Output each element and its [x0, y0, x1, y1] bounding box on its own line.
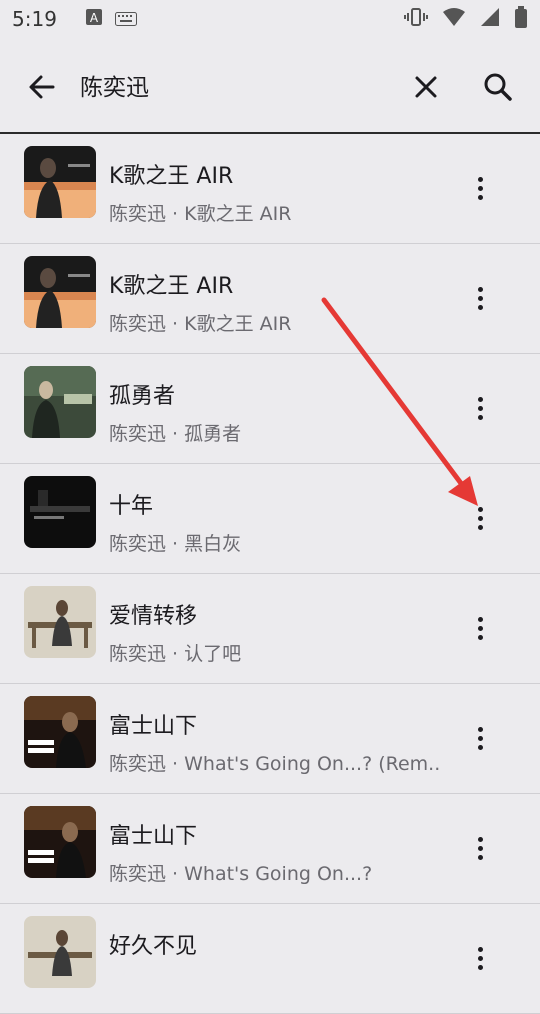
more-vert-icon — [477, 634, 483, 640]
more-vert-icon — [477, 515, 483, 521]
more-vert-icon — [477, 405, 483, 411]
more-vert-icon — [477, 735, 483, 741]
more-vert-icon — [477, 176, 483, 182]
song-subtitle: 陈奕迅 · K歌之王 AIR — [109, 203, 292, 225]
more-options-button[interactable] — [464, 940, 496, 976]
more-vert-icon — [477, 414, 483, 420]
more-vert-icon — [477, 286, 483, 292]
more-vert-icon — [477, 506, 483, 512]
song-title: K歌之王 AIR — [109, 164, 234, 189]
more-vert-icon — [477, 845, 483, 851]
more-vert-icon — [477, 726, 483, 732]
result-row[interactable]: 孤勇者 陈奕迅 · 孤勇者 — [0, 354, 540, 464]
album-art — [24, 146, 96, 218]
search-button[interactable] — [478, 67, 518, 107]
signal-icon — [480, 7, 500, 32]
more-vert-icon — [477, 295, 483, 301]
album-art — [24, 256, 96, 328]
more-vert-icon — [477, 964, 483, 970]
search-input[interactable]: 陈奕迅 — [80, 68, 149, 102]
wifi-icon — [442, 7, 466, 32]
more-options-button[interactable] — [464, 500, 496, 536]
more-vert-icon — [477, 524, 483, 530]
result-row[interactable]: 好久不见 — [0, 904, 540, 1014]
album-art — [24, 696, 96, 768]
song-title: 好久不见 — [109, 934, 198, 959]
more-vert-icon — [477, 854, 483, 860]
more-options-button[interactable] — [464, 830, 496, 866]
more-vert-icon — [477, 616, 483, 622]
vibrate-icon — [404, 7, 428, 32]
song-subtitle: 陈奕迅 · 孤勇者 — [109, 423, 242, 445]
song-title: 富士山下 — [109, 714, 198, 739]
more-vert-icon — [477, 946, 483, 952]
song-subtitle: 陈奕迅 · 认了吧 — [109, 643, 242, 665]
song-title: 十年 — [109, 494, 154, 519]
more-options-button[interactable] — [464, 170, 496, 206]
font-notification-icon: A — [85, 7, 103, 31]
song-subtitle: 陈奕迅 · What's Going On...? (Rem... — [109, 753, 439, 775]
result-row[interactable]: 富士山下 陈奕迅 · What's Going On...? — [0, 794, 540, 904]
more-vert-icon — [477, 744, 483, 750]
album-art — [24, 806, 96, 878]
close-icon — [415, 76, 437, 98]
search-bar: 陈奕迅 — [0, 38, 540, 132]
result-row[interactable]: K歌之王 AIR 陈奕迅 · K歌之王 AIR — [0, 134, 540, 244]
more-options-button[interactable] — [464, 720, 496, 756]
arrow-left-icon — [29, 75, 55, 99]
svg-text:A: A — [90, 11, 99, 25]
result-row[interactable]: 富士山下 陈奕迅 · What's Going On...? (Rem... — [0, 684, 540, 794]
album-art — [24, 916, 96, 988]
more-vert-icon — [477, 836, 483, 842]
status-bar: 5:19 A — [0, 0, 540, 38]
search-icon — [484, 73, 512, 101]
search-results-list: K歌之王 AIR 陈奕迅 · K歌之王 AIR K歌之王 AIR 陈奕迅 · K… — [0, 134, 540, 1014]
more-options-button[interactable] — [464, 280, 496, 316]
song-title: 爱情转移 — [109, 604, 198, 629]
song-subtitle: 陈奕迅 · 黑白灰 — [109, 533, 242, 555]
keyboard-icon — [114, 7, 137, 31]
song-subtitle: 陈奕迅 · What's Going On...? — [109, 863, 373, 885]
more-vert-icon — [477, 396, 483, 402]
result-row[interactable]: K歌之王 AIR 陈奕迅 · K歌之王 AIR — [0, 244, 540, 354]
song-title: 孤勇者 — [109, 384, 176, 409]
result-row[interactable]: 爱情转移 陈奕迅 · 认了吧 — [0, 574, 540, 684]
song-title: K歌之王 AIR — [109, 274, 234, 299]
more-vert-icon — [477, 304, 483, 310]
more-vert-icon — [477, 194, 483, 200]
clear-search-button[interactable] — [406, 67, 446, 107]
album-art — [24, 476, 96, 548]
battery-icon — [514, 5, 528, 33]
back-button[interactable] — [22, 67, 62, 107]
song-title: 富士山下 — [109, 824, 198, 849]
more-vert-icon — [477, 625, 483, 631]
result-row[interactable]: 十年 陈奕迅 · 黑白灰 — [0, 464, 540, 574]
status-time: 5:19 — [12, 7, 57, 31]
song-subtitle: 陈奕迅 · K歌之王 AIR — [109, 313, 292, 335]
more-vert-icon — [477, 185, 483, 191]
album-art — [24, 586, 96, 658]
album-art — [24, 366, 96, 438]
more-options-button[interactable] — [464, 610, 496, 646]
more-options-button[interactable] — [464, 390, 496, 426]
